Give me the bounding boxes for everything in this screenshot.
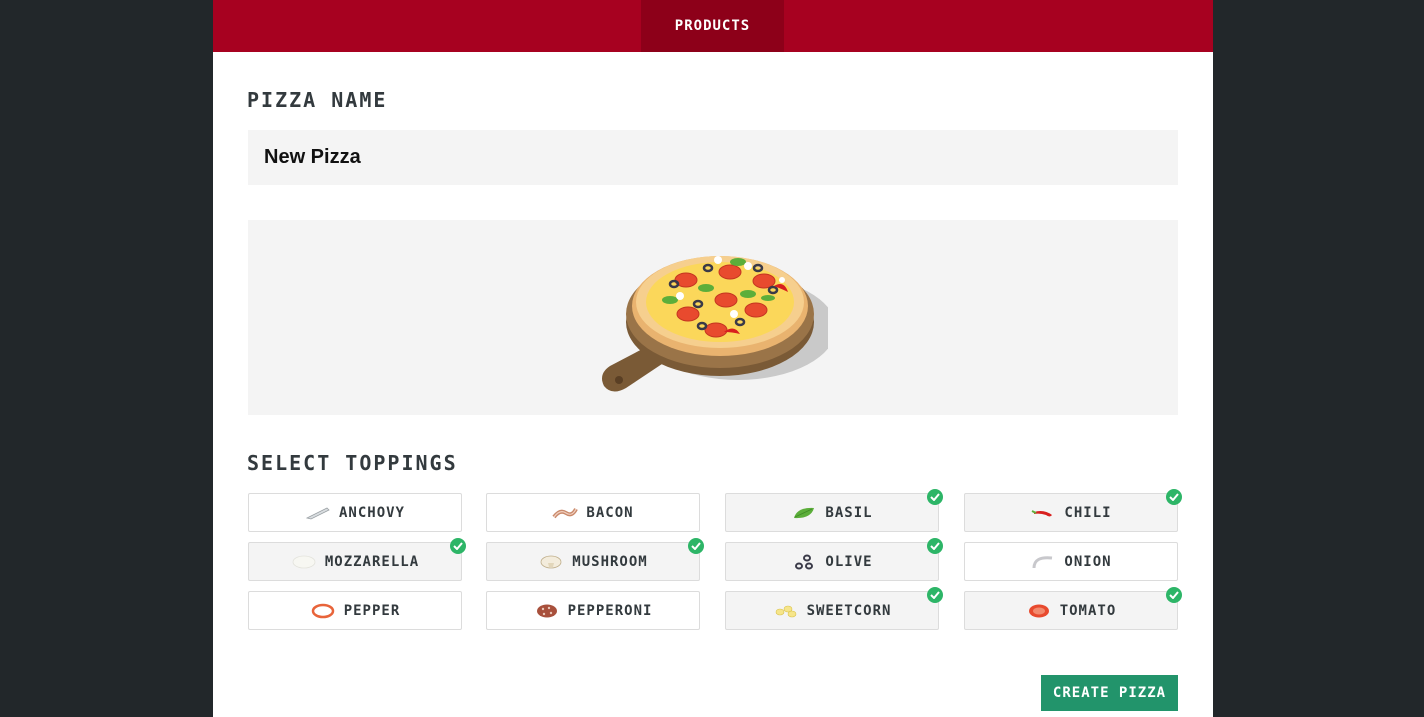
topping-label: BACON — [586, 504, 634, 521]
pepper-icon — [310, 603, 336, 619]
topping-label: TOMATO — [1059, 602, 1117, 619]
pizza-name-heading: PIZZA NAME — [247, 88, 388, 112]
topping-mozzarella-button[interactable]: MOZZARELLA — [248, 538, 466, 581]
basil-icon — [791, 505, 817, 521]
topping-label: OLIVE — [825, 553, 873, 570]
check-icon — [1166, 489, 1182, 505]
topping-label: MOZZARELLA — [324, 553, 420, 570]
topping-olive-button[interactable]: OLIVE — [725, 538, 943, 581]
topping-onion-button[interactable]: ONION — [964, 542, 1178, 581]
topping-sweetcorn-button[interactable]: SWEETCORN — [725, 587, 943, 630]
check-icon — [927, 538, 943, 554]
topping-label: PEPPER — [343, 602, 401, 619]
check-icon — [450, 538, 466, 554]
create-pizza-button[interactable]: CREATE PIZZA — [1041, 675, 1178, 711]
topping-label: BASIL — [825, 504, 873, 521]
topping-label: PEPPERONI — [567, 602, 653, 619]
onion-icon — [1030, 554, 1056, 570]
pizza-name-input[interactable] — [248, 130, 1178, 185]
tomato-icon — [1026, 603, 1052, 619]
nav-tab-products[interactable]: PRODUCTS — [641, 0, 784, 52]
check-icon — [927, 489, 943, 505]
topping-anchovy-button[interactable]: ANCHOVY — [248, 493, 462, 532]
topping-label: ONION — [1064, 553, 1112, 570]
check-icon — [688, 538, 704, 554]
topping-label: CHILI — [1064, 504, 1112, 521]
topping-tomato-button[interactable]: TOMATO — [964, 587, 1182, 630]
sweetcorn-icon — [773, 603, 799, 619]
pizza-preview — [248, 220, 1178, 415]
main-panel: PRODUCTS PIZZA NAME New Pizza SELECT TOP… — [213, 0, 1213, 717]
topping-mushroom-button[interactable]: MUSHROOM — [486, 538, 704, 581]
mozzarella-icon — [291, 554, 317, 570]
pepperoni-icon — [534, 603, 560, 619]
topping-chili-button[interactable]: CHILI — [964, 489, 1182, 532]
topping-label: MUSHROOM — [572, 553, 648, 570]
topping-pepperoni-button[interactable]: PEPPERONI — [486, 591, 700, 630]
check-icon — [927, 587, 943, 603]
mushroom-icon — [538, 554, 564, 570]
toppings-heading: SELECT TOPPINGS — [247, 451, 458, 475]
topping-pepper-button[interactable]: PEPPER — [248, 591, 462, 630]
anchovy-icon — [305, 505, 331, 521]
olive-icon — [791, 554, 817, 570]
topping-label: ANCHOVY — [338, 504, 405, 521]
topping-basil-button[interactable]: BASIL — [725, 489, 943, 532]
bacon-icon — [552, 505, 579, 521]
pizza-board-image — [602, 256, 828, 392]
chili-icon — [1030, 505, 1056, 521]
top-nav-bar: PRODUCTS — [213, 0, 1213, 52]
topping-label: SWEETCORN — [806, 602, 892, 619]
check-icon — [1166, 587, 1182, 603]
topping-bacon-button[interactable]: BACON — [486, 493, 700, 532]
